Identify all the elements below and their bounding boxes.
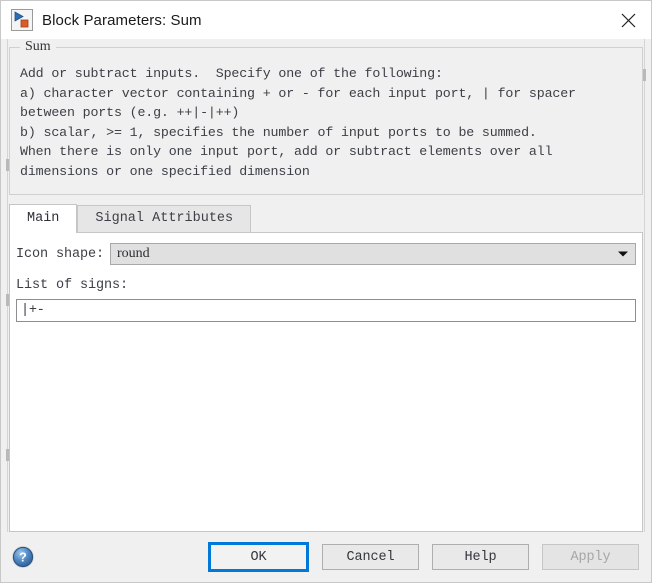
window-title: Block Parameters: Sum (42, 11, 202, 29)
icon-shape-value: round (117, 246, 150, 261)
tab-panel-main: Icon shape: round List of signs: (9, 232, 643, 532)
group-legend: Sum (20, 39, 56, 55)
tab-strip: Main Signal Attributes (9, 204, 643, 233)
dialog-actions: OK Cancel Help Apply (195, 542, 639, 572)
help-circle-icon[interactable]: ? (11, 545, 35, 569)
icon-shape-row: Icon shape: round (16, 243, 636, 265)
cancel-button[interactable]: Cancel (322, 544, 419, 570)
tab-main[interactable]: Main (9, 204, 78, 233)
dialog-button-bar: ? OK Cancel Help Apply (1, 532, 651, 582)
right-frame-line (643, 39, 646, 532)
dialog-content: Sum Add or subtract inputs. Specify one … (1, 39, 651, 532)
apply-button: Apply (542, 544, 639, 570)
block-description-text: Add or subtract inputs. Specify one of t… (20, 66, 576, 179)
chevron-down-icon (618, 251, 628, 257)
help-button[interactable]: Help (432, 544, 529, 570)
tab-signal-attributes[interactable]: Signal Attributes (77, 205, 252, 232)
close-icon[interactable] (605, 1, 651, 39)
ok-button[interactable]: OK (208, 542, 309, 572)
simulink-block-icon (11, 9, 33, 31)
sum-description-group: Sum Add or subtract inputs. Specify one … (9, 39, 643, 195)
list-of-signs-input[interactable] (16, 299, 636, 322)
svg-text:?: ? (19, 551, 27, 565)
icon-shape-dropdown[interactable]: round (110, 243, 636, 265)
left-frame-line (6, 39, 9, 532)
list-of-signs-label: List of signs: (16, 278, 129, 293)
title-bar: Block Parameters: Sum (1, 1, 651, 39)
block-parameters-dialog: Block Parameters: Sum Sum Add or subtrac… (0, 0, 652, 583)
icon-shape-label: Icon shape: (16, 246, 105, 262)
